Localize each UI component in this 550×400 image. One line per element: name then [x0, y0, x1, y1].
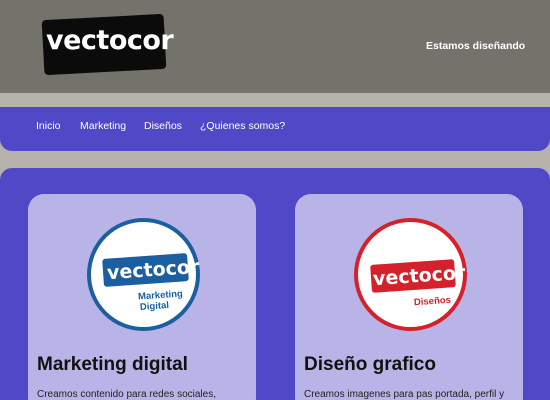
service-card-diseno[interactable]: vectocor Diseños Diseño grafico Creamos …: [295, 194, 523, 400]
design-badge-label: Diseños: [413, 294, 452, 309]
marketing-badge-label-2: Digital: [139, 300, 170, 314]
header-tagline: Estamos diseñando: [426, 40, 526, 52]
nav-item-marketing[interactable]: Marketing: [80, 120, 126, 132]
main-nav: Inicio Marketing Diseños ¿Quienes somos?: [0, 107, 550, 151]
nav-item-inicio[interactable]: Inicio: [36, 120, 61, 132]
card-title: Diseño grafico: [304, 354, 436, 375]
card-title: Marketing digital: [37, 354, 188, 375]
card-text: Creamos contenido para redes sociales,: [37, 389, 216, 400]
site-header: vectocor Estamos diseñando: [0, 0, 550, 93]
site-logo[interactable]: vectocor: [46, 25, 174, 56]
nav-item-disenos[interactable]: Diseños: [144, 120, 182, 132]
nav-item-quienes-somos[interactable]: ¿Quienes somos?: [200, 120, 285, 132]
design-badge-icon: vectocor Diseños: [354, 218, 467, 331]
marketing-badge-icon: vectocor Marketing Digital: [87, 218, 200, 331]
service-card-marketing[interactable]: vectocor Marketing Digital Marketing dig…: [28, 194, 256, 400]
card-text: Creamos imagenes para pas portada, perfi…: [304, 389, 505, 400]
